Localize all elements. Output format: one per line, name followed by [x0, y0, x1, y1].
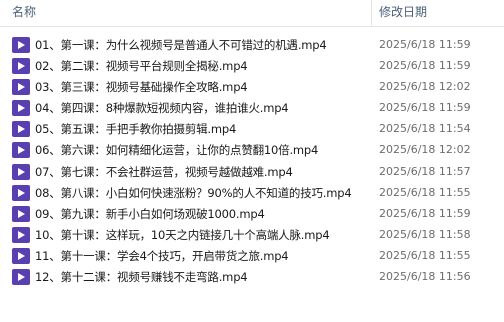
play-icon — [18, 83, 25, 92]
file-date: 2025/6/18 11:57 — [379, 164, 471, 178]
file-date: 2025/6/18 12:02 — [379, 143, 471, 157]
file-date: 2025/6/18 11:55 — [379, 248, 471, 262]
file-date: 2025/6/18 11:59 — [379, 59, 471, 73]
file-name: 10、第十课：这样玩，10天之内链接几十个高端人脉.mp4 — [35, 227, 330, 242]
file-explorer: 名称 修改日期 01、第一课：为什么视频号是普通人不可错过的机遇.mp4 202… — [0, 0, 504, 322]
name-column-header[interactable]: 名称 — [12, 3, 36, 20]
video-file-icon — [12, 79, 30, 96]
file-name: 05、第五课：手把手教你拍摄剪辑.mp4 — [35, 122, 237, 137]
video-file-icon — [12, 205, 30, 222]
file-row[interactable]: 06、第六课：如何精细化运营，让你的点赞翻10倍.mp4 2025/6/18 1… — [0, 140, 504, 161]
file-name: 03、第三课：视频号基础操作全攻略.mp4 — [35, 80, 248, 95]
play-icon — [18, 273, 25, 282]
file-name: 09、第九课：新手小白如何场观破1000.mp4 — [35, 206, 265, 221]
video-file-icon — [12, 37, 30, 53]
video-file-icon — [12, 58, 30, 75]
file-date: 2025/6/18 11:59 — [379, 206, 471, 220]
video-file-icon — [12, 226, 30, 243]
play-icon — [18, 125, 25, 134]
play-icon — [18, 209, 25, 218]
file-name: 06、第六课：如何精细化运营，让你的点赞翻10倍.mp4 — [35, 143, 319, 158]
file-date: 2025/6/18 12:02 — [379, 80, 471, 94]
file-name: 08、第八课：小白如何快速涨粉？90%的人不知道的技巧.mp4 — [35, 185, 352, 200]
file-date: 2025/6/18 11:54 — [379, 122, 471, 136]
file-row[interactable]: 01、第一课：为什么视频号是普通人不可错过的机遇.mp4 2025/6/18 1… — [0, 35, 504, 56]
play-icon — [18, 62, 25, 71]
file-date: 2025/6/18 11:59 — [379, 101, 471, 115]
file-list: 01、第一课：为什么视频号是普通人不可错过的机遇.mp4 2025/6/18 1… — [0, 35, 504, 288]
file-name: 12、第十二课：视频号赚钱不走弯路.mp4 — [35, 270, 248, 285]
play-icon — [18, 188, 25, 197]
file-row[interactable]: 10、第十课：这样玩，10天之内链接几十个高端人脉.mp4 2025/6/18 … — [0, 225, 504, 246]
video-file-icon — [12, 163, 30, 180]
file-date: 2025/6/18 11:56 — [379, 270, 471, 284]
file-date: 2025/6/18 11:59 — [379, 38, 471, 51]
video-file-icon — [12, 100, 30, 117]
file-row[interactable]: 08、第八课：小白如何快速涨粉？90%的人不知道的技巧.mp4 2025/6/1… — [0, 183, 504, 204]
file-date: 2025/6/18 11:55 — [379, 185, 471, 199]
play-icon — [18, 104, 25, 113]
video-file-icon — [12, 269, 30, 286]
file-row[interactable]: 02、第二课：视频号平台规则全揭秘.mp4 2025/6/18 11:59 — [0, 56, 504, 77]
file-name: 07、第七课：不会社群运营，视频号越做越难.mp4 — [35, 164, 293, 179]
play-icon — [18, 230, 25, 239]
file-row[interactable]: 03、第三课：视频号基础操作全攻略.mp4 2025/6/18 12:02 — [0, 77, 504, 98]
column-divider[interactable] — [371, 0, 372, 26]
play-icon — [18, 167, 25, 176]
video-file-icon — [12, 247, 30, 264]
play-icon — [18, 41, 25, 49]
video-file-icon — [12, 121, 30, 138]
file-row[interactable]: 04、第四课：8种爆款短视频内容，谁拍谁火.mp4 2025/6/18 11:5… — [0, 98, 504, 119]
video-file-icon — [12, 184, 30, 201]
file-row[interactable]: 09、第九课：新手小白如何场观破1000.mp4 2025/6/18 11:59 — [0, 204, 504, 225]
file-date: 2025/6/18 11:58 — [379, 227, 471, 241]
video-file-icon — [12, 142, 30, 159]
file-row[interactable]: 12、第十二课：视频号赚钱不走弯路.mp4 2025/6/18 11:56 — [0, 267, 504, 288]
file-row[interactable]: 11、第十一课：学会4个技巧，开启带货之旅.mp4 2025/6/18 11:5… — [0, 246, 504, 267]
file-name: 01、第一课：为什么视频号是普通人不可错过的机遇.mp4 — [35, 38, 327, 52]
file-name: 04、第四课：8种爆款短视频内容，谁拍谁火.mp4 — [35, 101, 289, 116]
play-icon — [18, 146, 25, 155]
file-name: 02、第二课：视频号平台规则全揭秘.mp4 — [35, 59, 248, 74]
play-icon — [18, 251, 25, 260]
file-row[interactable]: 07、第七课：不会社群运营，视频号越做越难.mp4 2025/6/18 11:5… — [0, 162, 504, 183]
date-modified-column-header[interactable]: 修改日期 — [379, 3, 427, 20]
file-row[interactable]: 05、第五课：手把手教你拍摄剪辑.mp4 2025/6/18 11:54 — [0, 119, 504, 140]
file-name: 11、第十一课：学会4个技巧，开启带货之旅.mp4 — [35, 248, 289, 263]
column-header-bar: 名称 修改日期 — [0, 0, 504, 27]
